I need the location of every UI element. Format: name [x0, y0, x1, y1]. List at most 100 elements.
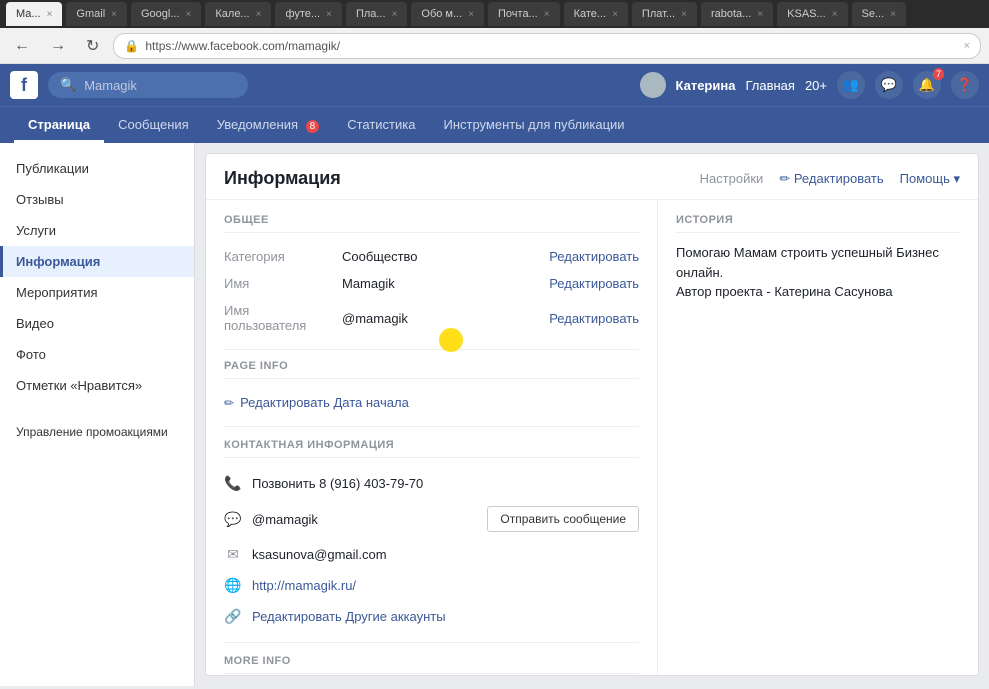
active-tab[interactable]: Ма... × — [6, 2, 62, 26]
field-row-name: Имя Mamagik Редактировать — [224, 270, 639, 297]
address-bar[interactable]: 🔒 https://www.facebook.com/mamagik/ × — [113, 33, 981, 59]
phone-icon: 📞 — [224, 475, 242, 492]
info-right-column: ИСТОРИЯ Помогаю Мамам строить успешный Б… — [658, 200, 978, 676]
tab-kale[interactable]: Кале... × — [205, 2, 271, 26]
tab-close-btn[interactable]: × — [612, 9, 618, 20]
tab-kate[interactable]: Кате... × — [564, 2, 628, 26]
history-text: Помогаю Мамам строить успешный Бизнес он… — [676, 243, 960, 302]
send-message-button[interactable]: Отправить сообщение — [487, 506, 639, 532]
search-input[interactable] — [84, 78, 224, 93]
contact-website[interactable]: http://mamagik.ru/ — [252, 578, 639, 593]
sidebar-item-likes[interactable]: Отметки «Нравится» — [0, 370, 194, 401]
field-value-category: Сообщество — [342, 249, 541, 264]
edit-category-btn[interactable]: Редактировать — [549, 249, 639, 264]
user-name: Катерина — [676, 78, 736, 93]
contact-row-web: 🌐 http://mamagik.ru/ — [224, 570, 639, 601]
nav-item-stranitsa[interactable]: Страница — [14, 107, 104, 143]
tab-close-btn[interactable]: × — [832, 9, 838, 20]
settings-link[interactable]: Настройки — [700, 171, 764, 186]
edit-name-btn[interactable]: Редактировать — [549, 276, 639, 291]
contact-row-phone: 📞 Позвонить 8 (916) 403-79-70 — [224, 468, 639, 499]
help-icon[interactable]: ❓ — [951, 71, 979, 99]
tab-close-btn[interactable]: × — [111, 9, 117, 20]
tab-label: Кате... — [574, 8, 606, 20]
contact-email: ksasunova@gmail.com — [252, 547, 639, 562]
address-text: https://www.facebook.com/mamagik/ — [145, 39, 340, 53]
info-content: Информация Настройки ✏ Редактировать Пом… — [205, 153, 979, 676]
lock-icon: 🔒 — [124, 39, 139, 53]
main-nav-link[interactable]: Главная — [745, 78, 794, 93]
tab-close-btn[interactable]: × — [47, 9, 53, 20]
forward-button[interactable]: → — [44, 35, 72, 57]
more-info-title: MORE INFO — [224, 655, 639, 674]
edit-start-date-link[interactable]: ✏ Редактировать Дата начала — [224, 389, 639, 416]
info-body: ОБЩЕЕ Категория Сообщество Редактировать… — [206, 200, 978, 676]
field-value-username: @mamagik — [342, 311, 541, 326]
sidebar-manage-promotions[interactable]: Управление промоакциями — [0, 417, 194, 447]
tab-pla[interactable]: Пла... × — [346, 2, 407, 26]
contact-row-accounts: 🔗 Редактировать Другие аккаунты — [224, 601, 639, 632]
edit-accounts-link[interactable]: Редактировать Другие аккаунты — [252, 609, 639, 624]
page-info-section: PAGE INFO ✏ Редактировать Дата начала — [224, 360, 639, 416]
tab-close-btn[interactable]: × — [326, 9, 332, 20]
fb-logo: f — [10, 71, 38, 99]
tab-label: Se... — [862, 8, 885, 20]
tab-ksas[interactable]: KSAS... × — [777, 2, 847, 26]
tab-close-btn[interactable]: × — [681, 9, 687, 20]
general-section-title: ОБЩЕЕ — [224, 214, 639, 233]
fb-search-bar[interactable]: 🔍 — [48, 72, 248, 98]
tab-google[interactable]: Googl... × — [131, 2, 201, 26]
back-button[interactable]: ← — [8, 35, 36, 57]
sidebar-item-photo[interactable]: Фото — [0, 339, 194, 370]
tab-obo[interactable]: Обо м... × — [411, 2, 484, 26]
history-section-title: ИСТОРИЯ — [676, 214, 960, 233]
tab-pochta[interactable]: Почта... × — [488, 2, 560, 26]
main-layout: Публикации Отзывы Услуги Информация Меро… — [0, 143, 989, 686]
tab-close-btn[interactable]: × — [757, 9, 763, 20]
reload-button[interactable]: ↻ — [80, 34, 105, 58]
tab-rabota[interactable]: rabotа... × — [701, 2, 773, 26]
tab-fute[interactable]: футе... × — [275, 2, 341, 26]
sidebar-item-video[interactable]: Видео — [0, 308, 194, 339]
tab-plat[interactable]: Плат... × — [632, 2, 697, 26]
pencil-icon: ✏ — [224, 396, 234, 410]
friends-icon[interactable]: 👥 — [837, 71, 865, 99]
notifications-badge: 8 — [306, 120, 320, 133]
edit-username-btn[interactable]: Редактировать — [549, 311, 639, 326]
tab-se[interactable]: Se... × — [852, 2, 906, 26]
nav-item-tools[interactable]: Инструменты для публикации — [429, 107, 638, 143]
more-info-section: MORE INFO ℹ Информация Планирование жизн… — [224, 655, 639, 676]
nav-item-soobshenia[interactable]: Сообщения — [104, 107, 203, 143]
info-header: Информация Настройки ✏ Редактировать Пом… — [206, 154, 978, 200]
browser-titlebar: Ма... × Gmail × Googl... × Кале... × фут… — [0, 0, 989, 28]
tab-label: Пла... — [356, 8, 386, 20]
accounts-icon: 🔗 — [224, 608, 242, 625]
messages-icon[interactable]: 💬 — [875, 71, 903, 99]
tab-close-btn[interactable]: × — [468, 9, 474, 20]
edit-link[interactable]: ✏ Редактировать — [779, 171, 883, 187]
contact-row-email: ✉ ksasunova@gmail.com — [224, 539, 639, 570]
sidebar-item-info[interactable]: Информация — [0, 246, 194, 277]
sidebar-item-services[interactable]: Услуги — [0, 215, 194, 246]
fb-header-right: Катерина Главная 20+ 👥 💬 🔔 7 ❓ — [640, 71, 979, 99]
email-icon: ✉ — [224, 546, 242, 563]
page-navigation: Страница Сообщения Уведомления 8 Статист… — [0, 106, 989, 143]
nav-item-uvedom[interactable]: Уведомления 8 — [203, 107, 333, 143]
tab-label: rabotа... — [711, 8, 751, 20]
tab-label: футе... — [285, 8, 320, 20]
contact-section: КОНТАКТНАЯ ИНФОРМАЦИЯ 📞 Позвонить 8 (916… — [224, 439, 639, 632]
tab-close-btn[interactable]: × — [890, 9, 896, 20]
nav-item-statistika[interactable]: Статистика — [333, 107, 429, 143]
help-link[interactable]: Помощь ▾ — [900, 171, 960, 187]
tab-close-btn[interactable]: × — [186, 9, 192, 20]
tab-close-btn[interactable]: × — [392, 9, 398, 20]
sidebar-item-reviews[interactable]: Отзывы — [0, 184, 194, 215]
tab-gmail[interactable]: Gmail × — [66, 2, 127, 26]
notifications-icon[interactable]: 🔔 7 — [913, 71, 941, 99]
sidebar-item-events[interactable]: Мероприятия — [0, 277, 194, 308]
sidebar-item-publications[interactable]: Публикации — [0, 153, 194, 184]
contact-messenger: @mamagik — [252, 512, 477, 527]
browser-toolbar: ← → ↻ 🔒 https://www.facebook.com/mamagik… — [0, 28, 989, 64]
tab-close-btn[interactable]: × — [256, 9, 262, 20]
tab-close-btn[interactable]: × — [544, 9, 550, 20]
